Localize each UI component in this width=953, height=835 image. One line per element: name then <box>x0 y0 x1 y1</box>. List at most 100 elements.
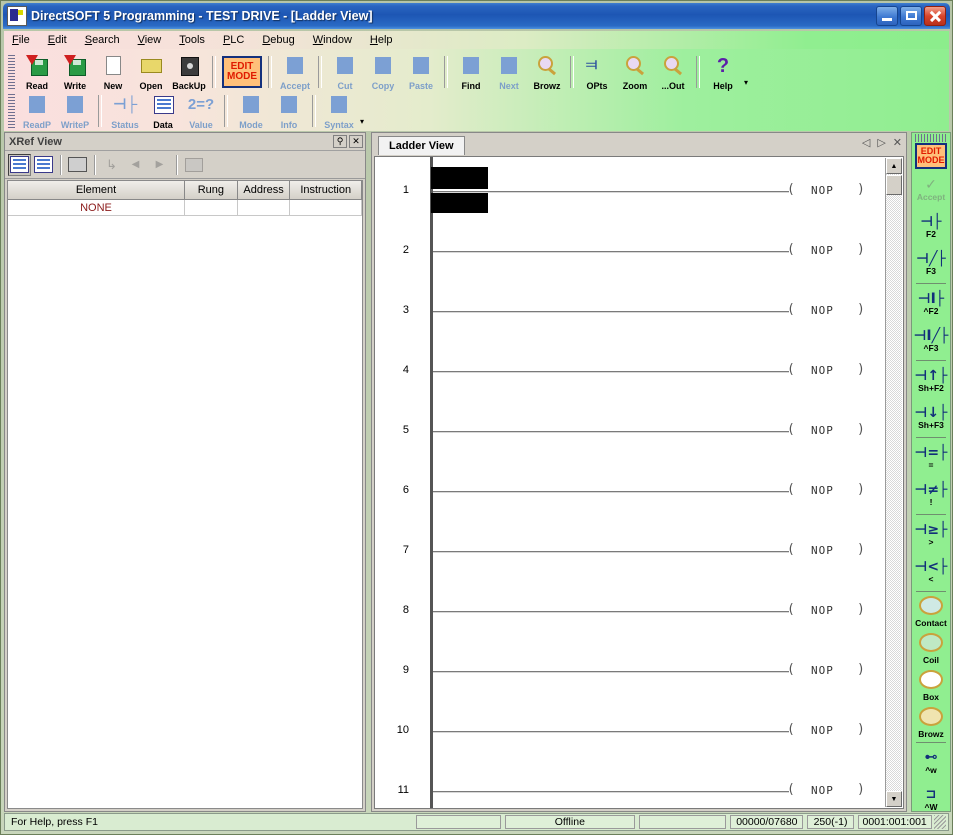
rung-line[interactable] <box>433 550 789 553</box>
sidebar-contact-immediate-nc[interactable]: ⊣I╱├ ^F3 <box>912 322 950 359</box>
rung-line[interactable] <box>433 310 789 313</box>
rung-line[interactable] <box>433 610 789 613</box>
toolbar-button-value[interactable]: 2=? Value <box>182 92 220 130</box>
toolbar-button-new[interactable]: New <box>94 53 132 91</box>
sidebar-compare-less[interactable]: ⊣<├ < <box>912 553 950 590</box>
xref-next-button[interactable]: ▶ <box>148 153 171 176</box>
xref-column-header-instruction[interactable]: Instruction <box>290 181 362 199</box>
maximize-button[interactable] <box>900 6 922 26</box>
xref-list-view-toggle[interactable] <box>32 153 55 176</box>
rung-instruction[interactable]: NOP <box>811 244 834 257</box>
resize-grip[interactable] <box>933 815 946 829</box>
rung-instruction[interactable]: NOP <box>811 184 834 197</box>
menu-item-debug[interactable]: Debug <box>262 34 294 46</box>
toolbar-button-zoom[interactable]: Zoom <box>616 53 654 91</box>
scroll-down-button[interactable]: ▼ <box>886 791 902 807</box>
toolbar-button-readp[interactable]: ReadP <box>18 92 56 130</box>
sidebar-contact-tool[interactable]: Contact <box>912 593 950 630</box>
sidebar-contact-immediate[interactable]: ⊣I├ ^F2 <box>912 285 950 322</box>
edit-mode-button[interactable]: EDIT MODE <box>222 56 262 88</box>
minimize-button[interactable] <box>876 6 898 26</box>
pin-icon[interactable]: ⚲ <box>333 135 347 148</box>
sidebar-coil-tool[interactable]: Coil <box>912 630 950 667</box>
rung-instruction[interactable]: NOP <box>811 604 834 617</box>
xref-column-header-rung[interactable]: Rung <box>185 181 238 199</box>
toolbar-button-browz[interactable]: Browz <box>528 53 566 91</box>
tab-prev-icon[interactable]: ◁ <box>862 136 870 149</box>
xref-column-header-element[interactable]: Element <box>8 181 185 199</box>
sidebar-compare-equal[interactable]: ⊣=├ = <box>912 439 950 476</box>
tab-close-icon[interactable]: ✕ <box>893 136 902 149</box>
menu-item-file[interactable]: File <box>12 34 30 46</box>
toolbar-button-open[interactable]: Open <box>132 53 170 91</box>
sidebar-browz-tool[interactable]: Browz <box>912 704 950 741</box>
ladder-canvas[interactable]: 1 (NOP) 2 (NOP) 3 (NOP) 4 (NOP) 5 (NOP) 6 (NOP) 7 (NO… <box>374 156 904 809</box>
close-button[interactable] <box>924 6 946 26</box>
sidebar-contact-falling-edge[interactable]: ⊣↓├ Sh+F3 <box>912 399 950 436</box>
menu-item-help[interactable]: Help <box>370 34 393 46</box>
toolbar-button-opts[interactable]: ⫤ OPts <box>578 53 616 91</box>
sidebar-edit-mode-button[interactable]: EDIT MODE <box>915 143 947 169</box>
toolbar-overflow-caret-2[interactable]: ▾ <box>360 117 364 126</box>
rung-instruction[interactable]: NOP <box>811 364 834 377</box>
rung-instruction[interactable]: NOP <box>811 544 834 557</box>
toolbar-overflow-caret[interactable]: ▾ <box>744 78 748 87</box>
rung-line[interactable] <box>433 670 789 673</box>
toolbar-button-next[interactable]: Next <box>490 53 528 91</box>
xref-stack-button[interactable] <box>182 153 205 176</box>
scroll-up-button[interactable]: ▲ <box>886 158 902 174</box>
sidebar-box-tool[interactable]: Box <box>912 667 950 704</box>
sidebar-compare-greater[interactable]: ⊣≥├ > <box>912 516 950 553</box>
sidebar-wire-vertical[interactable]: ⊷ ^w <box>912 744 950 781</box>
menu-item-edit[interactable]: Edit <box>48 34 67 46</box>
tab-ladder-view[interactable]: Ladder View <box>378 136 465 155</box>
rung-line[interactable] <box>433 250 789 253</box>
toolbar-button-cut[interactable]: Cut <box>326 53 364 91</box>
toolbar-button-data[interactable]: Data <box>144 92 182 130</box>
rung-instruction[interactable]: NOP <box>811 724 834 737</box>
menu-item-window[interactable]: Window <box>313 34 352 46</box>
toolbar-button-find[interactable]: Find <box>452 53 490 91</box>
scroll-thumb[interactable] <box>886 175 902 195</box>
xref-print-button[interactable] <box>66 153 89 176</box>
toolbar-button-paste[interactable]: Paste <box>402 53 440 91</box>
rung-line[interactable] <box>433 730 789 733</box>
edit-cursor-block[interactable] <box>431 167 488 189</box>
rung-instruction[interactable]: NOP <box>811 424 834 437</box>
toolbar-button-help[interactable]: ? Help <box>704 53 742 92</box>
edit-cursor-block-lower[interactable] <box>431 193 488 213</box>
menu-item-tools[interactable]: Tools <box>179 34 205 46</box>
toolbar-button-copy[interactable]: Copy <box>364 53 402 91</box>
rung-line[interactable] <box>433 430 789 433</box>
menu-item-plc[interactable]: PLC <box>223 34 244 46</box>
toolbar-button-out[interactable]: ...Out <box>654 53 692 91</box>
rung-instruction[interactable]: NOP <box>811 304 834 317</box>
rung-instruction[interactable]: NOP <box>811 484 834 497</box>
sidebar-contact-no[interactable]: ⊣├ F2 <box>912 208 950 245</box>
table-row[interactable]: NONE <box>8 200 362 216</box>
toolbar-button-mode[interactable]: Mode <box>232 92 270 130</box>
menu-item-view[interactable]: View <box>138 34 162 46</box>
toolbar-button-info[interactable]: Info <box>270 92 308 130</box>
toolbar-button-read[interactable]: Read <box>18 53 56 91</box>
xref-column-header-address[interactable]: Address <box>237 181 291 199</box>
sidebar-accept-button[interactable]: ✓ Accept <box>912 171 950 208</box>
sidebar-compare-notequal[interactable]: ⊣≠├! <box>912 476 950 513</box>
tab-next-icon[interactable]: ▷ <box>877 136 885 149</box>
rung-line[interactable] <box>433 490 789 493</box>
xref-goto-button[interactable]: ↳ <box>100 153 123 176</box>
sidebar-contact-rising-edge[interactable]: ⊣↑├ Sh+F2 <box>912 362 950 399</box>
xref-prev-button[interactable]: ◀ <box>124 153 147 176</box>
menu-item-search[interactable]: Search <box>85 34 120 46</box>
toolbar-button-status[interactable]: ⊣├ Status <box>106 92 144 130</box>
sidebar-contact-nc[interactable]: ⊣╱├ F3 <box>912 245 950 282</box>
rung-instruction[interactable]: NOP <box>811 664 834 677</box>
toolbar-button-backup[interactable]: BackUp <box>170 53 208 91</box>
toolbar-button-syntax[interactable]: Syntax <box>320 92 358 130</box>
rung-line[interactable] <box>433 790 789 793</box>
xref-grid-view-toggle[interactable] <box>8 153 31 176</box>
close-icon[interactable]: ✕ <box>349 135 363 148</box>
toolbar-button-writep[interactable]: WriteP <box>56 92 94 130</box>
rung-line[interactable] <box>433 370 789 373</box>
sidebar-wire-horizontal[interactable]: ⊐ ^W <box>912 781 950 812</box>
